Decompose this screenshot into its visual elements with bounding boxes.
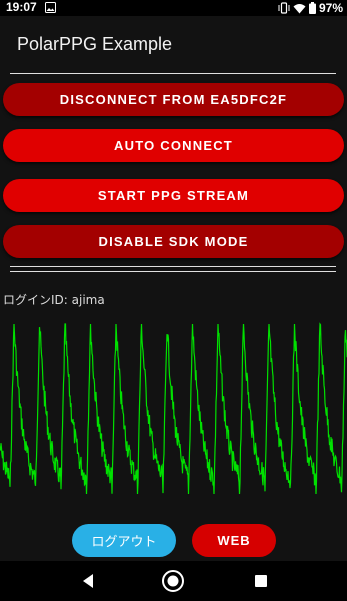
ppg-waveform-area (0, 316, 347, 501)
start-ppg-stream-button[interactable]: START PPG STREAM (3, 179, 344, 212)
ppg-signal-line (0, 322, 347, 495)
status-bar: 19:07 97% (0, 0, 347, 16)
status-time: 19:07 (6, 0, 37, 14)
disable-sdk-mode-button[interactable]: DISABLE SDK MODE (3, 225, 344, 258)
vibrate-icon (278, 2, 290, 14)
web-button[interactable]: WEB (192, 524, 276, 557)
wifi-icon (293, 3, 306, 13)
back-icon[interactable] (80, 569, 96, 593)
recents-icon[interactable] (253, 569, 269, 593)
logout-button[interactable]: ログアウト (72, 524, 176, 557)
app-screen: PolarPPG Example DISCONNECT FROM EA5DFC2… (0, 16, 347, 561)
battery-icon (308, 2, 316, 14)
ppg-waveform (0, 322, 347, 495)
home-icon[interactable] (160, 569, 186, 593)
auto-connect-button[interactable]: AUTO CONNECT (3, 129, 344, 162)
navigation-bar (0, 561, 347, 601)
status-icons: 97% (278, 1, 343, 15)
app-title: PolarPPG Example (17, 34, 173, 54)
login-id-label: ログインID: ajima (3, 293, 105, 307)
image-icon (45, 2, 56, 13)
divider-double-1 (10, 266, 336, 267)
divider-top (10, 73, 336, 74)
divider-double-2 (10, 271, 336, 272)
disconnect-button[interactable]: DISCONNECT FROM EA5DFC2F (3, 83, 344, 116)
battery-percent: 97% (318, 1, 343, 15)
